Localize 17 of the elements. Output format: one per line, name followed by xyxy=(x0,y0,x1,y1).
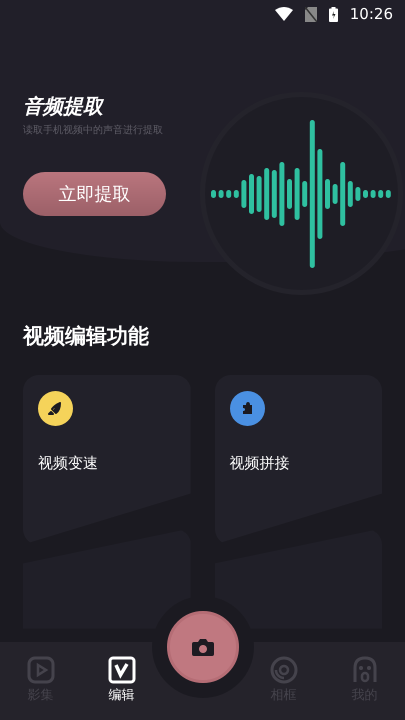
play-icon xyxy=(26,656,54,684)
nav-tab[interactable]: 编辑 xyxy=(108,656,136,702)
card-label: 视频变速 xyxy=(38,452,98,474)
v-logo-icon xyxy=(108,656,136,684)
feature-card[interactable]: 视频变速 xyxy=(23,374,190,544)
camera-button[interactable] xyxy=(167,611,239,683)
section-title: 视频编辑功能 xyxy=(23,323,149,350)
hero-subtitle: 读取手机视频中的声音进行提取 xyxy=(23,124,163,138)
card-label: 视频拼接 xyxy=(230,452,290,474)
wifi-icon xyxy=(274,7,293,21)
camera-icon xyxy=(192,638,214,656)
extract-button[interactable]: 立即提取 xyxy=(23,172,166,216)
disc-icon xyxy=(270,656,298,684)
hero-title: 音频提取 xyxy=(23,94,103,119)
face-icon xyxy=(350,656,378,684)
feature-card[interactable]: 视频拼接 xyxy=(214,374,382,544)
status-time: 10:26 xyxy=(350,4,393,25)
